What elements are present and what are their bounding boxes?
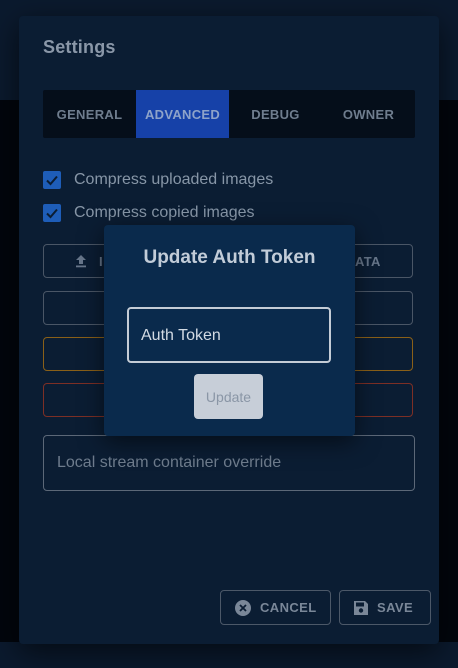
tab-debug[interactable]: DEBUG xyxy=(229,90,322,138)
update-button[interactable]: Update xyxy=(194,374,263,419)
cancel-button[interactable]: CANCEL xyxy=(220,590,331,625)
tab-owner[interactable]: OWNER xyxy=(322,90,415,138)
compress-uploaded-checkbox[interactable] xyxy=(43,171,61,189)
cancel-label: CANCEL xyxy=(260,600,317,615)
dialog-title: Settings xyxy=(43,37,116,57)
tab-advanced[interactable]: ADVANCED xyxy=(136,90,229,138)
floppy-disk-icon xyxy=(353,600,369,616)
check-icon xyxy=(46,175,58,186)
auth-token-input[interactable]: Auth Token xyxy=(127,307,331,363)
compress-copied-label: Compress copied images xyxy=(74,204,255,221)
close-circle-icon xyxy=(234,599,252,617)
check-icon xyxy=(46,208,58,219)
stream-container-placeholder: Local stream container override xyxy=(57,454,282,471)
export-data-button-label[interactable]: ATA xyxy=(355,254,381,269)
auth-token-value: Auth Token xyxy=(141,327,221,344)
upload-icon xyxy=(74,254,88,273)
compress-copied-checkbox[interactable] xyxy=(43,204,61,222)
settings-tabs: GENERAL ADVANCED DEBUG OWNER xyxy=(43,90,415,138)
update-auth-token-popup: Update Auth Token Auth Token Update xyxy=(104,225,355,436)
compress-uploaded-option: Compress uploaded images xyxy=(43,171,273,189)
save-button[interactable]: SAVE xyxy=(339,590,431,625)
stream-container-override-input[interactable]: Local stream container override xyxy=(43,435,415,491)
backdrop-bottom xyxy=(0,642,458,668)
compress-copied-option: Compress copied images xyxy=(43,204,255,222)
save-label: SAVE xyxy=(377,600,414,615)
compress-uploaded-label: Compress uploaded images xyxy=(74,171,274,188)
import-button-label[interactable]: I xyxy=(99,254,103,269)
popup-title: Update Auth Token xyxy=(143,247,316,268)
tab-general[interactable]: GENERAL xyxy=(43,90,136,138)
